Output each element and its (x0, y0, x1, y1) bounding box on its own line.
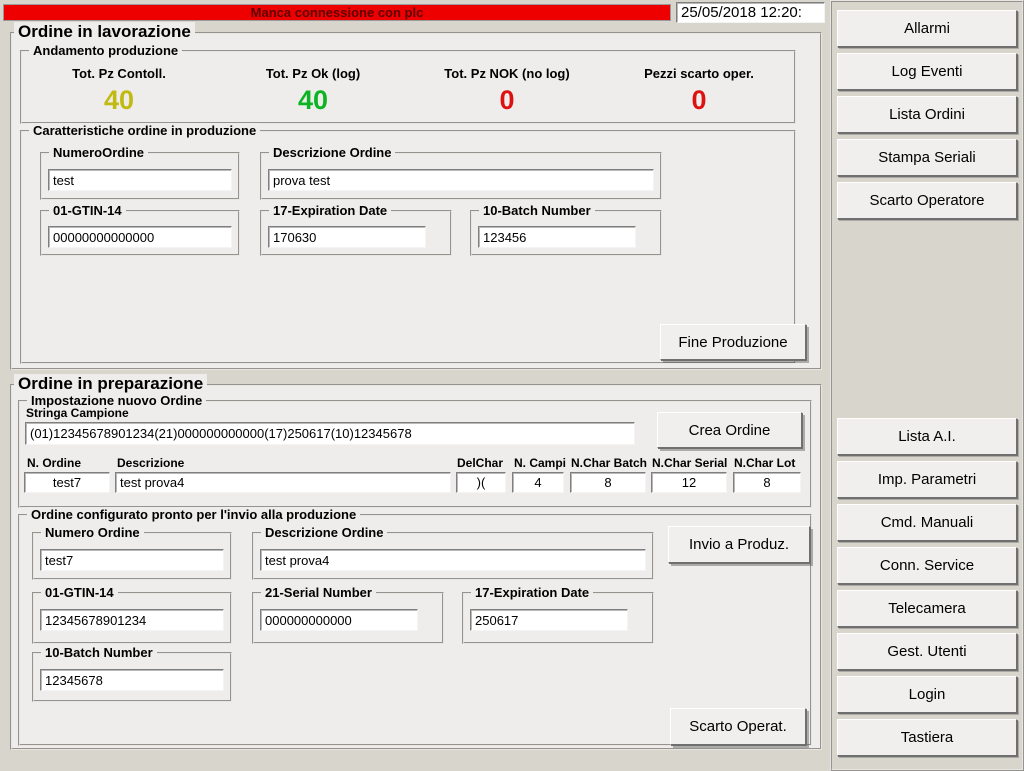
counter-tot-pz-ok: Tot. Pz Ok (log) 40 (216, 52, 410, 122)
nchar-lot-input[interactable] (733, 472, 801, 493)
sidebar-button-login[interactable]: Login (837, 676, 1017, 713)
sidebar-button-tastiera[interactable]: Tastiera (837, 719, 1017, 756)
group-batch-prep: 10-Batch Number (32, 652, 232, 702)
panel-ordine-in-lavorazione: Ordine in lavorazione Andamento produzio… (10, 32, 822, 370)
group-serial-number-prep: 21-Serial Number (252, 592, 444, 644)
group-descrizione-ordine: Descrizione Ordine (260, 152, 662, 200)
nchar-batch-label: N.Char Batch (571, 456, 647, 470)
numero-ordine-input[interactable] (48, 169, 232, 191)
expiration-prep-input[interactable] (470, 609, 628, 631)
panel-title: Ordine in lavorazione (14, 22, 195, 42)
field-label: 10-Batch Number (41, 645, 157, 660)
sidebar-button-cmd-manuali[interactable]: Cmd. Manuali (837, 504, 1017, 541)
fine-produzione-button[interactable]: Fine Produzione (660, 324, 806, 360)
field-label: 17-Expiration Date (269, 203, 391, 218)
stringa-campione-label: Stringa Campione (26, 406, 129, 420)
panel-ordine-in-preparazione: Ordine in preparazione Impostazione nuov… (10, 384, 822, 750)
group-numero-ordine: NumeroOrdine (40, 152, 240, 200)
descrizione-ordine-prep-input[interactable] (260, 549, 646, 571)
sidebar-button-stampa-seriali[interactable]: Stampa Seriali (837, 139, 1017, 176)
sidebar: Allarmi Log Eventi Lista Ordini Stampa S… (830, 0, 1024, 771)
delchar-input[interactable] (456, 472, 506, 493)
sidebar-button-gest-utenti[interactable]: Gest. Utenti (837, 633, 1017, 670)
crea-ordine-button[interactable]: Crea Ordine (657, 412, 802, 448)
descrizione-ordine-input[interactable] (268, 169, 654, 191)
expiration-date-input[interactable] (268, 226, 426, 248)
n-ordine-label: N. Ordine (27, 456, 81, 470)
panel-title: Ordine in preparazione (14, 374, 207, 394)
group-title: Caratteristiche ordine in produzione (29, 123, 260, 138)
sidebar-button-telecamera[interactable]: Telecamera (837, 590, 1017, 627)
nchar-batch-input[interactable] (570, 472, 646, 493)
group-gtin: 01-GTIN-14 (40, 210, 240, 256)
nchar-lot-label: N.Char Lot (734, 456, 795, 470)
batch-number-input[interactable] (478, 226, 636, 248)
delchar-label: DelChar (457, 456, 503, 470)
plc-alarm-banner: Manca connessione con plc (3, 4, 671, 21)
sidebar-button-log-eventi[interactable]: Log Eventi (837, 53, 1017, 90)
group-impostazione-nuovo-ordine: Impostazione nuovo Ordine Stringa Campio… (18, 400, 812, 508)
descrizione-input[interactable] (115, 472, 451, 493)
gtin-prep-input[interactable] (40, 609, 224, 631)
field-label: NumeroOrdine (49, 145, 148, 160)
field-label: Numero Ordine (41, 525, 144, 540)
field-label: Descrizione Ordine (261, 525, 387, 540)
datetime-display (676, 2, 825, 23)
n-ordine-input[interactable] (24, 472, 110, 493)
invio-a-produzione-button[interactable]: Invio a Produz. (668, 526, 810, 563)
sidebar-button-scarto-operatore[interactable]: Scarto Operatore (837, 182, 1017, 219)
group-ordine-configurato: Ordine configurato pronto per l'invio al… (18, 514, 812, 746)
descrizione-label: Descrizione (117, 456, 184, 470)
counter-value: 0 (499, 87, 514, 113)
n-campi-input[interactable] (512, 472, 564, 493)
group-title: Ordine configurato pronto per l'invio al… (27, 507, 360, 522)
counter-label: Pezzi scarto oper. (644, 66, 754, 81)
sidebar-button-lista-ordini[interactable]: Lista Ordini (837, 96, 1017, 133)
serial-number-prep-input[interactable] (260, 609, 418, 631)
group-andamento-produzione: Andamento produzione Tot. Pz Contoll. 40… (20, 50, 796, 124)
counter-label: Tot. Pz NOK (no log) (444, 66, 569, 81)
group-descrizione-ordine-prep: Descrizione Ordine (252, 532, 654, 580)
sidebar-button-conn-service[interactable]: Conn. Service (837, 547, 1017, 584)
n-campi-label: N. Campi (514, 456, 566, 470)
counter-label: Tot. Pz Ok (log) (266, 66, 360, 81)
group-expiration-prep: 17-Expiration Date (462, 592, 654, 644)
field-label: 21-Serial Number (261, 585, 376, 600)
group-batch-number: 10-Batch Number (470, 210, 662, 256)
field-label: 17-Expiration Date (471, 585, 593, 600)
counter-value: 0 (691, 87, 706, 113)
field-label: 10-Batch Number (479, 203, 595, 218)
scarto-operatore-prep-button[interactable]: Scarto Operat. (670, 708, 806, 745)
gtin-input[interactable] (48, 226, 232, 248)
group-numero-ordine-prep: Numero Ordine (32, 532, 232, 580)
batch-prep-input[interactable] (40, 669, 224, 691)
group-gtin-prep: 01-GTIN-14 (32, 592, 232, 644)
sidebar-button-imp-parametri[interactable]: Imp. Parametri (837, 461, 1017, 498)
group-caratteristiche-ordine: Caratteristiche ordine in produzione Num… (20, 130, 796, 364)
counter-tot-pz-nok: Tot. Pz NOK (no log) 0 (410, 52, 604, 122)
sidebar-button-lista-ai[interactable]: Lista A.I. (837, 418, 1017, 455)
group-expiration-date: 17-Expiration Date (260, 210, 452, 256)
counter-value: 40 (104, 87, 134, 113)
field-label: Descrizione Ordine (269, 145, 395, 160)
stringa-campione-input[interactable] (25, 422, 635, 445)
sidebar-button-allarmi[interactable]: Allarmi (837, 10, 1017, 47)
nchar-serial-label: N.Char Serial (652, 456, 727, 470)
counter-pezzi-scarto: Pezzi scarto oper. 0 (604, 52, 794, 122)
counter-label: Tot. Pz Contoll. (72, 66, 166, 81)
field-label: 01-GTIN-14 (41, 585, 118, 600)
counter-value: 40 (298, 87, 328, 113)
field-label: 01-GTIN-14 (49, 203, 126, 218)
app-window: Manca connessione con plc Ordine in lavo… (0, 0, 1024, 771)
counter-tot-pz-controll: Tot. Pz Contoll. 40 (22, 52, 216, 122)
numero-ordine-prep-input[interactable] (40, 549, 224, 571)
nchar-serial-input[interactable] (651, 472, 727, 493)
